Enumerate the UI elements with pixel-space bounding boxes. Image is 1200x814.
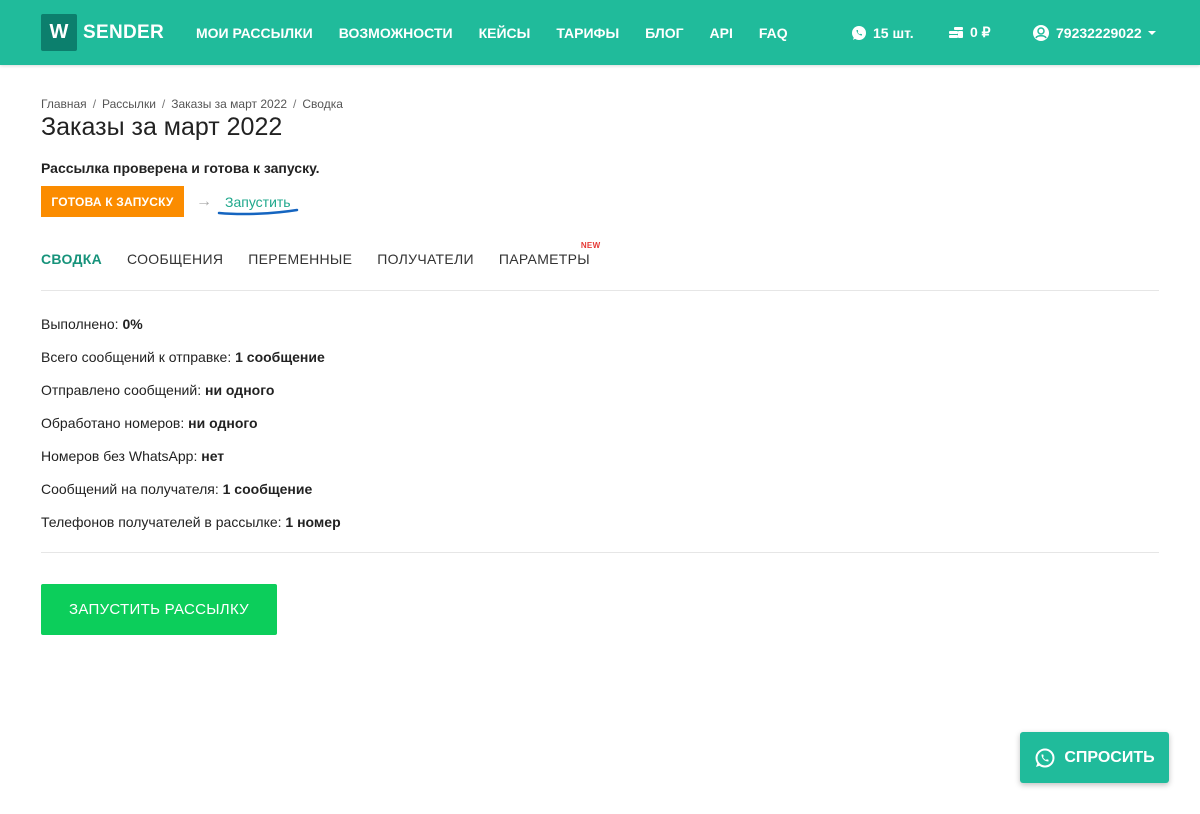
breadcrumb-mailing[interactable]: Заказы за март 2022 bbox=[171, 97, 287, 111]
ask-button[interactable]: СПРОСИТЬ bbox=[1020, 732, 1169, 783]
nav-my-mailings[interactable]: МОИ РАССЫЛКИ bbox=[196, 25, 313, 41]
page-title: Заказы за март 2022 bbox=[41, 113, 283, 141]
tab-bar: СВОДКА СООБЩЕНИЯ ПЕРЕМЕННЫЕ ПОЛУЧАТЕЛИ П… bbox=[41, 241, 615, 275]
stat-label: Выполнено: bbox=[41, 316, 123, 332]
stat-row: Сообщений на получателя: 1 сообщение bbox=[41, 481, 341, 514]
top-header: W SENDER МОИ РАССЫЛКИ ВОЗМОЖНОСТИ КЕЙСЫ … bbox=[0, 0, 1200, 65]
stat-value: ни одного bbox=[188, 415, 258, 431]
tab-variables[interactable]: ПЕРЕМЕННЫЕ bbox=[248, 243, 352, 275]
nav-faq[interactable]: FAQ bbox=[759, 25, 788, 41]
tab-recipients[interactable]: ПОЛУЧАТЕЛИ bbox=[377, 243, 474, 275]
highlight-underline bbox=[217, 208, 299, 216]
nav-blog[interactable]: БЛОГ bbox=[645, 25, 683, 41]
tab-parameters[interactable]: ПАРАМЕТРЫ NEW bbox=[498, 241, 600, 275]
logo[interactable]: W SENDER bbox=[41, 14, 164, 51]
stat-label: Обработано номеров: bbox=[41, 415, 189, 431]
stat-label: Сообщений на получателя: bbox=[41, 481, 223, 497]
balance[interactable]: 0 ₽ bbox=[948, 0, 991, 65]
nav-features[interactable]: ВОЗМОЖНОСТИ bbox=[339, 25, 453, 41]
stat-row: Отправлено сообщений: ни одного bbox=[41, 382, 341, 415]
stat-value: 0% bbox=[122, 316, 143, 332]
stat-label: Номеров без WhatsApp: bbox=[41, 448, 202, 464]
status-text: Рассылка проверена и готова к запуску. bbox=[41, 160, 320, 176]
breadcrumb-separator: / bbox=[92, 97, 97, 111]
whatsapp-count[interactable]: 15 шт. bbox=[851, 0, 914, 65]
arrow-right-icon: → bbox=[196, 193, 212, 210]
whatsapp-icon bbox=[1035, 748, 1055, 767]
tab-messages[interactable]: СООБЩЕНИЯ bbox=[127, 243, 223, 275]
nav-cases[interactable]: КЕЙСЫ bbox=[479, 25, 531, 41]
main-nav: МОИ РАССЫЛКИ ВОЗМОЖНОСТИ КЕЙСЫ ТАРИФЫ БЛ… bbox=[196, 0, 814, 65]
status-badge: ГОТОВА К ЗАПУСКУ bbox=[41, 186, 184, 217]
start-mailing-button[interactable]: ЗАПУСТИТЬ РАССЫЛКУ bbox=[41, 584, 277, 635]
stat-row: Выполнено: 0% bbox=[41, 316, 341, 349]
breadcrumb-separator: / bbox=[161, 97, 166, 111]
breadcrumb-current: Сводка bbox=[302, 97, 343, 111]
whatsapp-icon bbox=[852, 25, 866, 40]
stat-row: Всего сообщений к отправке: 1 сообщение bbox=[41, 349, 341, 382]
whatsapp-count-value: 15 шт. bbox=[873, 24, 914, 41]
nav-api[interactable]: API bbox=[710, 25, 733, 41]
user-phone: 79232229022 bbox=[1056, 24, 1142, 41]
logo-text: SENDER bbox=[83, 21, 164, 43]
stat-label: Отправлено сообщений: bbox=[41, 382, 205, 398]
stat-label: Телефонов получателей в рассылке: bbox=[41, 514, 286, 530]
chevron-down-icon bbox=[1147, 30, 1156, 35]
divider bbox=[41, 552, 1159, 553]
stat-row: Телефонов получателей в рассылке: 1 номе… bbox=[41, 514, 341, 547]
breadcrumb-home[interactable]: Главная bbox=[41, 97, 87, 111]
stat-value: 1 номер bbox=[285, 514, 341, 530]
stat-label: Всего сообщений к отправке: bbox=[41, 349, 236, 365]
nav-pricing[interactable]: ТАРИФЫ bbox=[556, 25, 619, 41]
stat-row: Обработано номеров: ни одного bbox=[41, 415, 341, 448]
stat-value: ни одного bbox=[204, 382, 275, 398]
stat-value: 1 сообщение bbox=[222, 481, 313, 497]
new-badge: NEW bbox=[580, 241, 601, 250]
stat-row: Номеров без WhatsApp: нет bbox=[41, 448, 341, 481]
ask-button-label: СПРОСИТЬ bbox=[1064, 748, 1155, 766]
stat-value: 1 сообщение bbox=[235, 349, 325, 365]
breadcrumb-separator: / bbox=[293, 97, 297, 111]
user-icon bbox=[1033, 24, 1049, 41]
divider bbox=[41, 290, 1159, 291]
tab-parameters-label: ПАРАМЕТРЫ bbox=[498, 251, 590, 267]
breadcrumb-mailings[interactable]: Рассылки bbox=[102, 97, 156, 111]
breadcrumb: Главная / Рассылки / Заказы за март 2022… bbox=[41, 97, 343, 111]
tab-summary[interactable]: СВОДКА bbox=[41, 243, 102, 275]
logo-mark: W bbox=[41, 14, 77, 51]
stat-value: нет bbox=[201, 448, 225, 464]
user-menu[interactable]: 79232229022 bbox=[1032, 0, 1156, 65]
summary-stats: Выполнено: 0% Всего сообщений к отправке… bbox=[41, 316, 341, 547]
balance-value: 0 ₽ bbox=[970, 24, 991, 40]
coins-icon bbox=[949, 26, 963, 38]
